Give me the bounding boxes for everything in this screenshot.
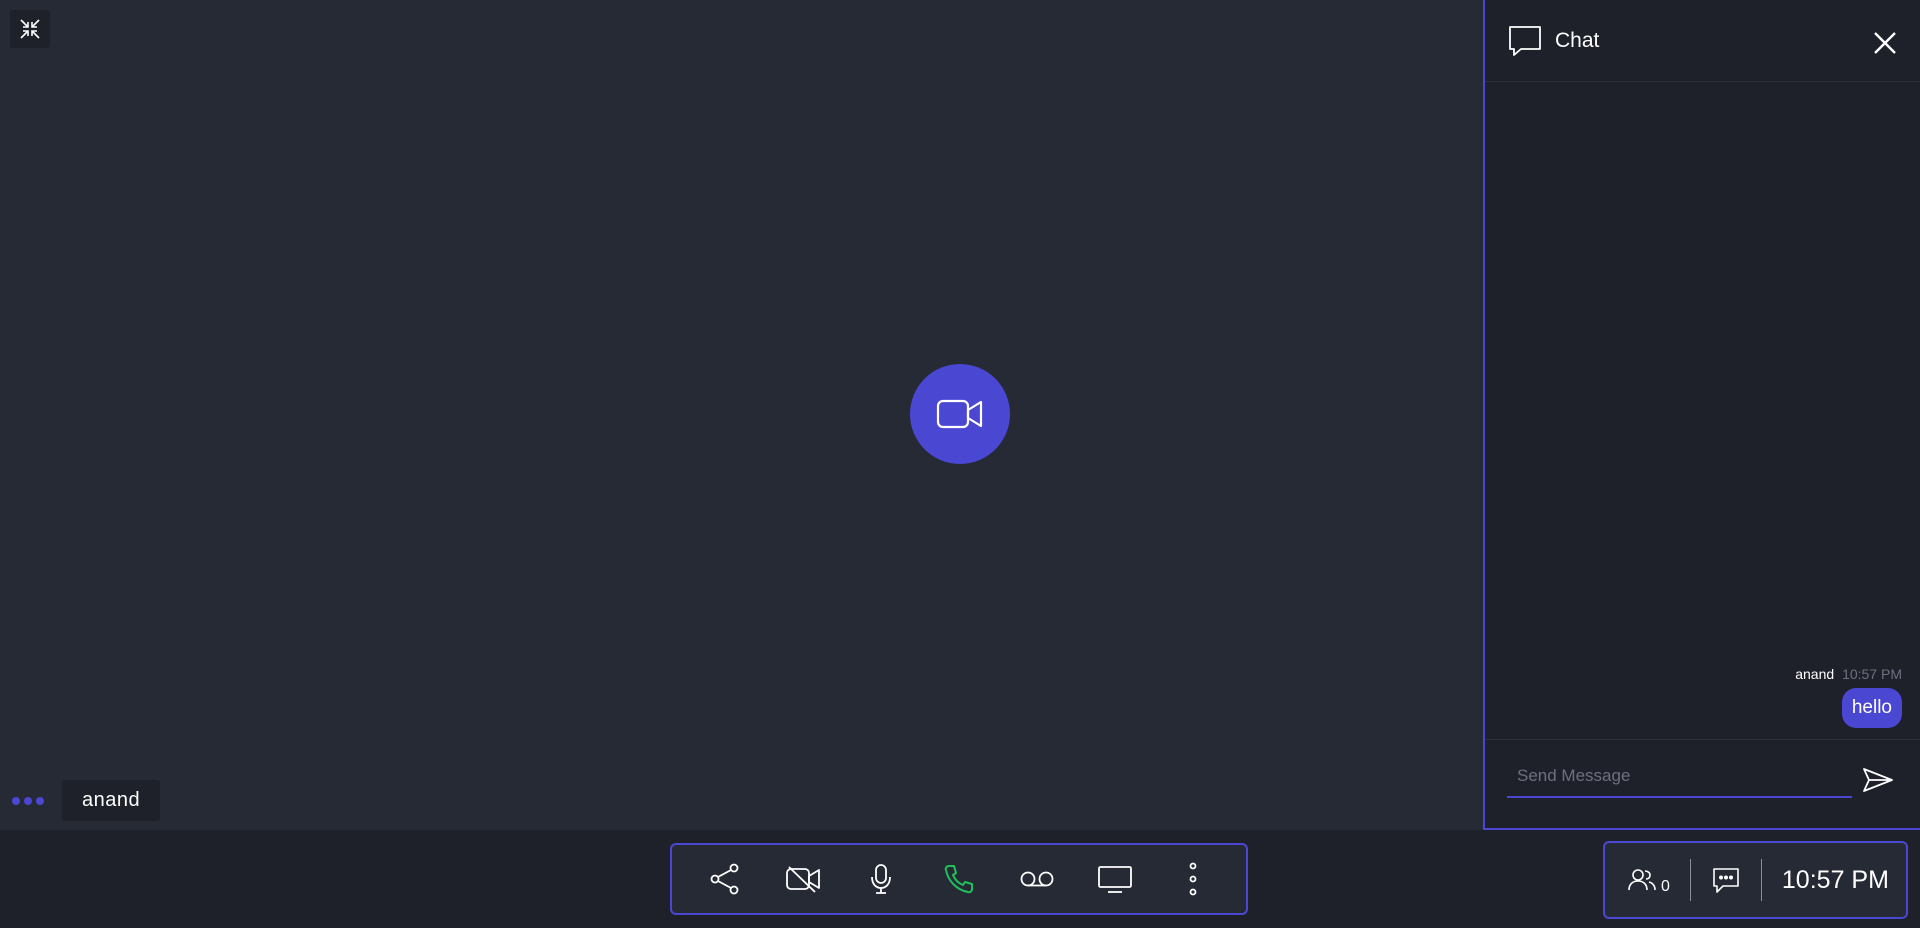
video-off-icon xyxy=(785,865,821,893)
clock: 10:57 PM xyxy=(1781,865,1889,894)
exit-fullscreen-button[interactable] xyxy=(10,10,50,48)
screen-share-button[interactable] xyxy=(1093,857,1137,901)
call-status: 0 10:57 PM xyxy=(1603,841,1908,919)
chat-bubble-icon xyxy=(1507,24,1543,58)
chat-toggle-button[interactable] xyxy=(1691,866,1761,894)
message-meta: anand 10:57 PM xyxy=(1795,666,1902,682)
share-icon xyxy=(710,863,740,895)
more-vertical-icon xyxy=(1188,862,1198,896)
people-icon xyxy=(1627,868,1657,892)
bottom-bar: 0 10:57 PM xyxy=(0,830,1920,928)
share-button[interactable] xyxy=(703,857,747,901)
record-button[interactable] xyxy=(1015,857,1059,901)
chat-panel: Chat anand 10:57 PM hello xyxy=(1483,0,1920,830)
toggle-video-button[interactable] xyxy=(781,857,825,901)
screen-share-icon xyxy=(1097,864,1133,894)
message-author: anand xyxy=(1795,666,1835,682)
close-chat-button[interactable] xyxy=(1872,30,1898,56)
microphone-icon xyxy=(869,863,893,895)
message-bubble: hello xyxy=(1841,688,1902,728)
chat-compose xyxy=(1485,739,1920,828)
participant-name-tag: anand xyxy=(62,780,161,821)
voicemail-icon xyxy=(1019,869,1055,889)
send-icon xyxy=(1862,766,1894,794)
close-icon xyxy=(1872,30,1898,56)
video-stage: anand xyxy=(0,0,1483,830)
participant-row: anand xyxy=(12,780,161,821)
phone-icon xyxy=(943,863,975,895)
more-options-button[interactable] xyxy=(1171,857,1215,901)
message-time: 10:57 PM xyxy=(1842,666,1902,682)
chat-message: anand 10:57 PM hello xyxy=(1795,666,1902,728)
send-button[interactable] xyxy=(1862,766,1894,794)
collapse-icon xyxy=(19,18,41,40)
camera-placeholder xyxy=(910,364,1010,464)
message-dots-icon xyxy=(1711,866,1741,894)
call-controls xyxy=(670,843,1248,915)
toggle-mic-button[interactable] xyxy=(859,857,903,901)
participants-button[interactable]: 0 xyxy=(1605,868,1690,895)
chat-header: Chat xyxy=(1485,0,1920,82)
message-input[interactable] xyxy=(1507,756,1852,798)
message-list: anand 10:57 PM hello xyxy=(1485,82,1920,738)
participant-count: 0 xyxy=(1661,878,1670,895)
participant-options-button[interactable] xyxy=(12,796,44,805)
chat-title: Chat xyxy=(1555,28,1600,52)
video-camera-icon xyxy=(936,397,984,431)
call-button[interactable] xyxy=(937,857,981,901)
